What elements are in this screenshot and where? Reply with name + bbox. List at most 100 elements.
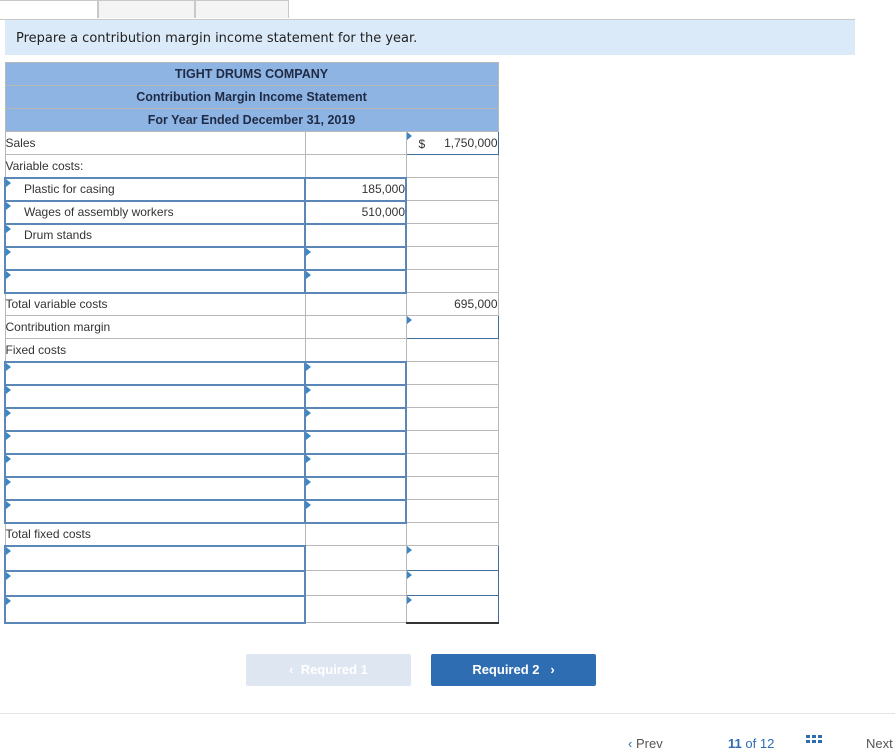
result-label-input-2[interactable] xyxy=(5,571,305,596)
input-flag-icon xyxy=(6,409,11,417)
result-amount-input-3[interactable] xyxy=(406,596,498,623)
input-flag-icon xyxy=(306,386,311,394)
empty-cell xyxy=(406,178,498,201)
input-flag-icon xyxy=(407,596,412,604)
empty-cell xyxy=(406,224,498,247)
fixed-amount-input-1[interactable] xyxy=(305,362,406,385)
prev-label: Prev xyxy=(636,736,663,751)
empty-cell xyxy=(305,339,406,362)
company-name: TIGHT DRUMS COMPANY xyxy=(5,63,498,86)
empty-cell xyxy=(305,546,406,571)
result-amount-input-1[interactable] xyxy=(406,546,498,571)
input-flag-icon xyxy=(6,248,11,256)
empty-cell xyxy=(305,155,406,178)
variable-cost-input-1[interactable]: Plastic for casing xyxy=(5,178,305,201)
contribution-margin-input[interactable] xyxy=(406,316,498,339)
sales-middle-cell xyxy=(305,132,406,155)
prev-link[interactable]: ‹ Prev xyxy=(628,736,663,751)
total-variable-costs-amount: 695,000 xyxy=(406,293,498,316)
fixed-amount-input-5[interactable] xyxy=(305,454,406,477)
input-flag-icon xyxy=(6,501,11,509)
fixed-amount-input-3[interactable] xyxy=(305,408,406,431)
fixed-costs-label: Fixed costs xyxy=(5,339,305,362)
tab-1[interactable] xyxy=(0,0,98,18)
empty-cell xyxy=(406,385,498,408)
empty-cell xyxy=(406,339,498,362)
empty-cell xyxy=(305,316,406,339)
result-label-input-3[interactable] xyxy=(5,596,305,623)
current-page: 11 xyxy=(728,736,742,751)
empty-cell xyxy=(406,201,498,224)
variable-amount-input-4[interactable] xyxy=(305,247,406,270)
fixed-cost-input-1[interactable] xyxy=(5,362,305,385)
fixed-amount-input-7[interactable] xyxy=(305,500,406,523)
variable-cost-input-5[interactable] xyxy=(5,270,305,293)
variable-amount-input-2[interactable]: 510,000 xyxy=(305,201,406,224)
fixed-amount-input-4[interactable] xyxy=(305,431,406,454)
fixed-cost-input-2[interactable] xyxy=(5,385,305,408)
fixed-cost-input-7[interactable] xyxy=(5,500,305,523)
total-pages: 12 xyxy=(760,736,774,751)
instruction-banner: Prepare a contribution margin income sta… xyxy=(5,20,855,55)
required-1-label: Required 1 xyxy=(301,662,368,677)
fixed-amount-input-2[interactable] xyxy=(305,385,406,408)
of-label: of xyxy=(745,736,756,751)
required-2-button[interactable]: Required 2 › xyxy=(431,654,596,686)
page-indicator[interactable]: 11 of 12 xyxy=(728,736,774,751)
empty-cell xyxy=(406,247,498,270)
variable-cost-input-4[interactable] xyxy=(5,247,305,270)
input-flag-icon xyxy=(6,432,11,440)
tab-3[interactable] xyxy=(195,0,289,18)
empty-cell xyxy=(305,596,406,623)
empty-cell xyxy=(406,431,498,454)
fixed-amount-input-6[interactable] xyxy=(305,477,406,500)
variable-amount-input-1[interactable]: 185,000 xyxy=(305,178,406,201)
sales-amount-input[interactable]: $ 1,750,000 xyxy=(406,132,498,155)
input-flag-icon xyxy=(6,478,11,486)
next-label: Next xyxy=(866,736,893,751)
top-tab-bar xyxy=(0,0,855,20)
variable-cost-input-2[interactable]: Wages of assembly workers xyxy=(5,201,305,224)
input-flag-icon xyxy=(6,363,11,371)
input-flag-icon xyxy=(306,478,311,486)
fixed-cost-input-6[interactable] xyxy=(5,477,305,500)
sales-label: Sales xyxy=(5,132,305,155)
required-1-button[interactable]: ‹ Required 1 xyxy=(246,654,411,686)
variable-amount-input-3[interactable] xyxy=(305,224,406,247)
tab-2[interactable] xyxy=(98,0,195,18)
income-statement-table: TIGHT DRUMS COMPANY Contribution Margin … xyxy=(4,62,499,624)
total-variable-costs-label: Total variable costs xyxy=(5,293,305,316)
input-flag-icon xyxy=(6,572,11,580)
variable-amount-input-5[interactable] xyxy=(305,270,406,293)
input-flag-icon xyxy=(6,386,11,394)
statement-period: For Year Ended December 31, 2019 xyxy=(5,109,498,132)
empty-cell xyxy=(305,571,406,596)
input-flag-icon xyxy=(407,571,412,579)
input-flag-icon xyxy=(306,432,311,440)
empty-cell xyxy=(406,500,498,523)
empty-cell xyxy=(305,523,406,546)
result-amount-input-2[interactable] xyxy=(406,571,498,596)
fixed-cost-input-3[interactable] xyxy=(5,408,305,431)
variable-costs-label: Variable costs: xyxy=(5,155,305,178)
statement-title: Contribution Margin Income Statement xyxy=(5,86,498,109)
input-flag-icon xyxy=(6,455,11,463)
currency-symbol: $ xyxy=(419,137,426,151)
required-2-label: Required 2 xyxy=(472,662,539,677)
input-flag-icon xyxy=(407,316,412,324)
chevron-right-icon: › xyxy=(550,662,554,677)
fixed-cost-input-5[interactable] xyxy=(5,454,305,477)
input-flag-icon xyxy=(6,547,11,555)
fixed-cost-input-4[interactable] xyxy=(5,431,305,454)
input-flag-icon xyxy=(306,501,311,509)
variable-cost-input-3[interactable]: Drum stands xyxy=(5,224,305,247)
wages-label: Wages of assembly workers xyxy=(24,205,174,219)
input-flag-icon xyxy=(306,409,311,417)
empty-cell xyxy=(406,523,498,546)
next-link[interactable]: Next xyxy=(866,736,893,751)
empty-cell xyxy=(406,454,498,477)
wages-amount: 510,000 xyxy=(362,205,405,219)
input-flag-icon xyxy=(306,248,311,256)
result-label-input-1[interactable] xyxy=(5,546,305,571)
input-flag-icon xyxy=(6,597,11,605)
